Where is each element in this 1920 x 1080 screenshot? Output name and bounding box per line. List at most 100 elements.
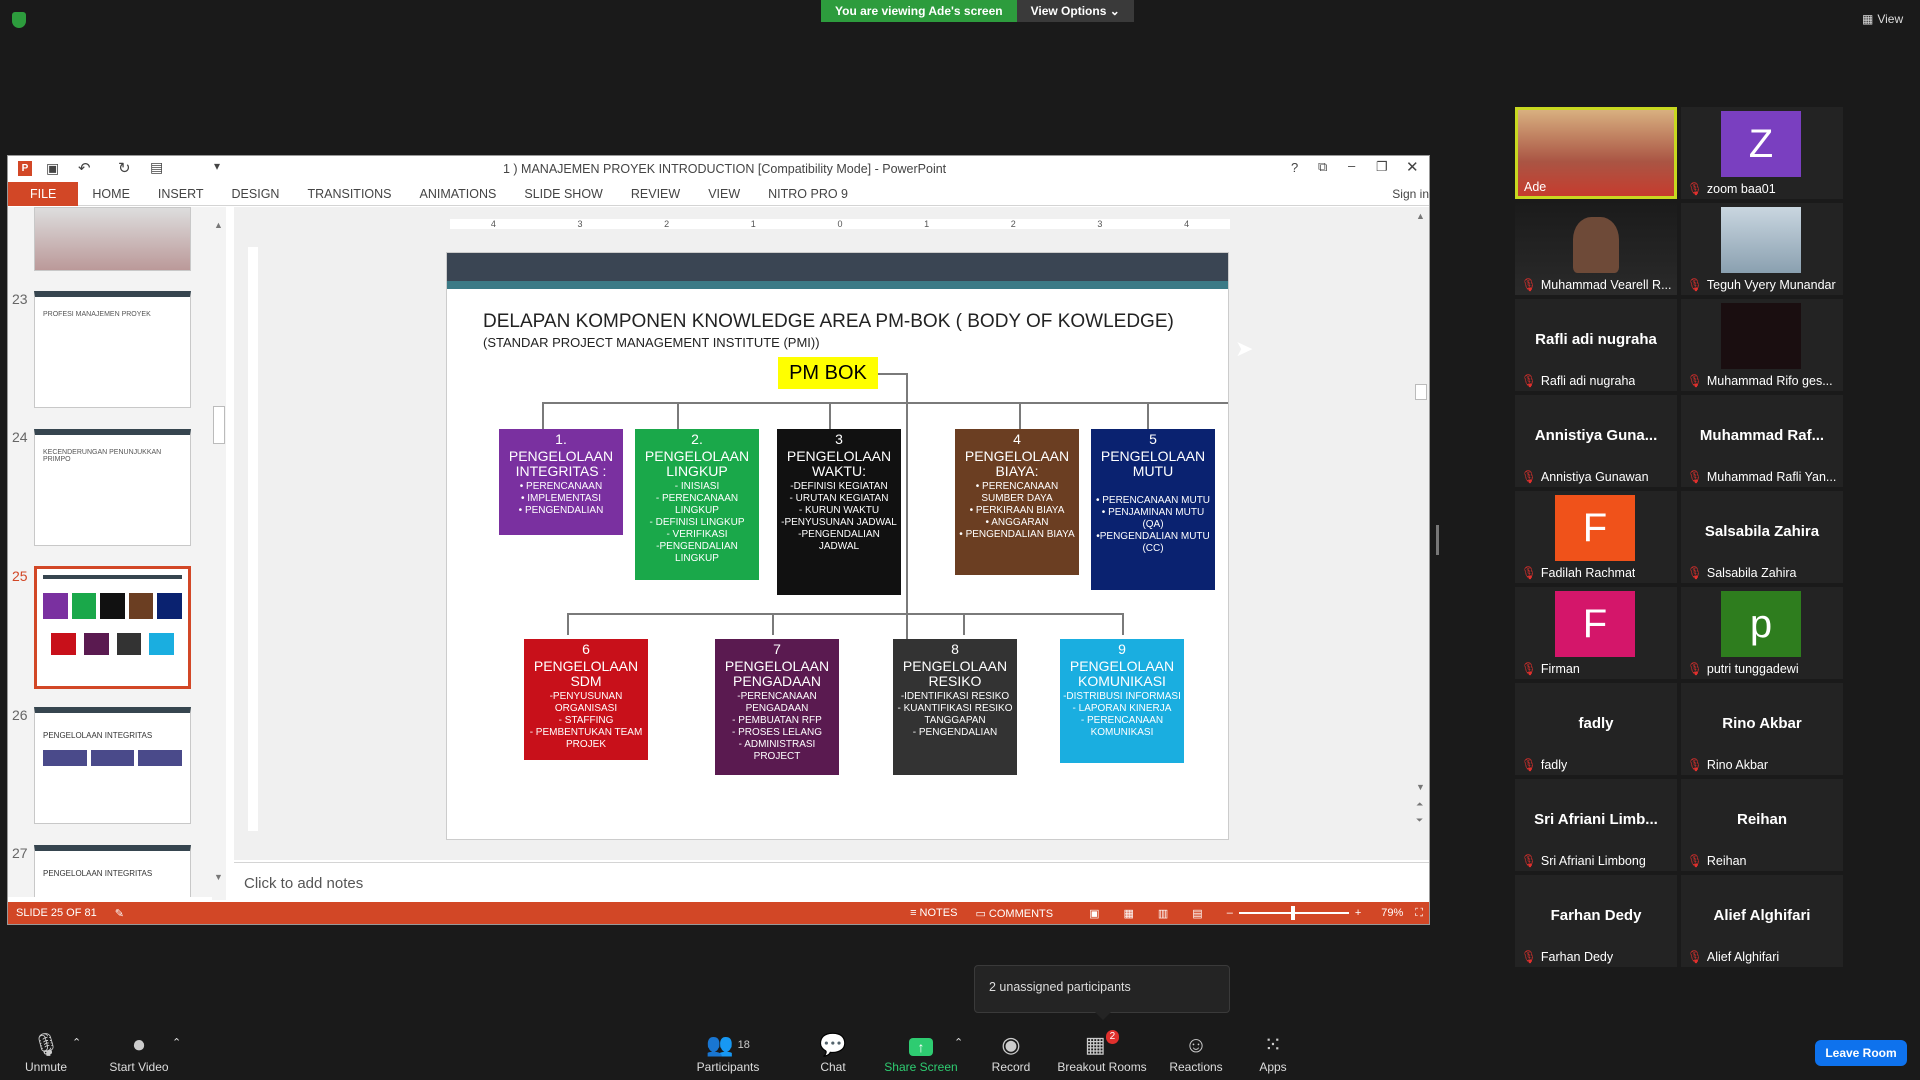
undo-icon[interactable]: ↶ — [78, 159, 91, 177]
chevron-down-icon: ⌄ — [1109, 4, 1120, 18]
reading-view-icon[interactable]: ▥ — [1158, 907, 1168, 920]
notes-pane[interactable]: Click to add notes — [234, 862, 1429, 902]
zoom-level[interactable]: 79% — [1381, 907, 1403, 919]
participant-tile[interactable]: Z 🎙 zoom baa01 — [1681, 107, 1843, 199]
start-from-beginning-icon[interactable]: ▤ — [150, 159, 163, 176]
next-slide-icon[interactable]: ⏷ — [1416, 815, 1423, 826]
participant-tile[interactable]: Rino Akbar 🎙 Rino Akbar — [1681, 683, 1843, 775]
participants-icon: 👥 — [706, 1032, 734, 1057]
slide-thumbnail-24[interactable]: KECENDERUNGAN PENUNJUKKAN PRIMPO — [34, 429, 191, 546]
sign-in-link[interactable]: Sign in — [1392, 187, 1429, 201]
participant-tile[interactable]: Annistiya Guna... 🎙 Annistiya Gunawan — [1515, 395, 1677, 487]
slide-thumbnail-23[interactable]: PROFESI MANAJEMEN PROYEK — [34, 291, 191, 408]
notes-button[interactable]: ≡ NOTES — [910, 907, 957, 919]
window-title: 1 ) MANAJEMEN PROYEK INTRODUCTION [Compa… — [503, 162, 947, 176]
unmute-button[interactable]: 🎙 Unmute — [14, 1030, 78, 1074]
participant-tile[interactable]: Rafli adi nugraha 🎙 Rafli adi nugraha — [1515, 299, 1677, 391]
slide-header-band — [447, 253, 1228, 281]
tab-view[interactable]: VIEW — [694, 182, 754, 206]
tab-insert[interactable]: INSERT — [144, 182, 218, 206]
muted-mic-icon: 🎙 — [1521, 278, 1537, 292]
slide-editor: 432101234 DELAPAN KOMPONEN KNOWLEDGE ARE… — [234, 207, 1429, 860]
tab-home[interactable]: HOME — [78, 182, 144, 206]
help-icon[interactable]: ? — [1291, 160, 1298, 175]
customize-toolbar-icon[interactable]: ▾ — [214, 159, 220, 173]
normal-view-icon[interactable]: ▣ — [1089, 907, 1099, 920]
spelling-icon[interactable]: ✎ — [115, 907, 124, 920]
participant-tile[interactable]: Farhan Dedy 🎙 Farhan Dedy — [1515, 875, 1677, 967]
participant-tile[interactable]: fadly 🎙 fadly — [1515, 683, 1677, 775]
thumbnail-number: 25 — [12, 568, 28, 584]
editor-vertical-scrollbar[interactable]: ▲ ▼ ⏶ ⏷ — [1414, 207, 1428, 827]
breakout-rooms-button[interactable]: ▦ 2 Breakout Rooms — [1056, 1030, 1148, 1074]
start-video-button[interactable]: ⏺ Start Video — [100, 1030, 178, 1074]
muted-mic-icon: 🎙 — [1521, 950, 1537, 964]
audio-options-chevron[interactable]: ⌃ — [72, 1036, 81, 1049]
participant-tile[interactable]: F 🎙 Fadilah Rachmat — [1515, 491, 1677, 583]
share-screen-button[interactable]: ↑ Share Screen — [880, 1030, 962, 1074]
close-icon[interactable]: ✕ — [1406, 158, 1419, 176]
leave-room-button[interactable]: Leave Room — [1815, 1040, 1907, 1066]
view-options-button[interactable]: View Options ⌄ — [1016, 0, 1134, 22]
knowledge-area-box-6: 6 PENGELOLAAN SDM -PENYUSUNAN ORGANISASI -… — [524, 639, 648, 760]
tab-file[interactable]: FILE — [8, 181, 79, 206]
restore-icon[interactable]: ❐ — [1376, 159, 1388, 175]
participant-tile[interactable]: Muhammad Raf... 🎙 Muhammad Rafli Yan... — [1681, 395, 1843, 487]
tab-transitions[interactable]: TRANSITIONS — [293, 182, 405, 206]
record-button[interactable]: ◉ Record — [986, 1030, 1036, 1074]
apps-button[interactable]: ⁙ Apps — [1250, 1030, 1296, 1074]
security-shield-icon[interactable] — [12, 12, 26, 28]
zoom-out-icon[interactable]: – — [1227, 907, 1233, 919]
participant-video — [1721, 207, 1801, 273]
ribbon-display-icon[interactable]: ⧉ — [1318, 159, 1327, 175]
zoom-slider[interactable] — [1238, 906, 1349, 920]
record-icon: ◉ — [1001, 1032, 1021, 1057]
tab-design[interactable]: DESIGN — [218, 182, 294, 206]
view-button[interactable]: ▦ View — [1862, 12, 1903, 26]
participant-tile[interactable]: Ade — [1515, 107, 1677, 199]
save-icon[interactable]: ▣ — [46, 160, 59, 177]
tab-nitro[interactable]: NITRO PRO 9 — [754, 182, 862, 206]
participant-tile[interactable]: p 🎙 putri tunggadewi — [1681, 587, 1843, 679]
reactions-button[interactable]: ☺ Reactions — [1166, 1030, 1226, 1074]
slide-thumbnail-27[interactable]: PENGELOLAAN INTEGRITAS — [34, 845, 191, 897]
slide-thumbnail-26[interactable]: PENGELOLAAN INTEGRITAS — [34, 707, 191, 824]
slide-25[interactable]: DELAPAN KOMPONEN KNOWLEDGE AREA PM-BOK (… — [446, 252, 1229, 840]
comments-button[interactable]: ▭ COMMENTS — [975, 907, 1053, 920]
zoom-in-icon[interactable]: + — [1355, 907, 1361, 919]
breakout-rooms-icon: ▦ — [1084, 1032, 1106, 1057]
tab-animations[interactable]: ANIMATIONS — [406, 182, 511, 206]
unassigned-participants-tooltip[interactable]: 2 unassigned participants — [974, 965, 1230, 1013]
share-options-chevron[interactable]: ⌃ — [954, 1036, 963, 1049]
participants-button[interactable]: 👥 18 Participants — [690, 1030, 766, 1074]
participant-tile[interactable]: Sri Afriani Limb... 🎙 Sri Afriani Limbong — [1515, 779, 1677, 871]
participant-tile[interactable]: F 🎙 Firman — [1515, 587, 1677, 679]
minimize-icon[interactable]: – — [1348, 158, 1355, 173]
slideshow-icon[interactable]: ▤ — [1192, 907, 1202, 920]
muted-mic-icon: 🎙 — [1521, 470, 1537, 484]
panel-resize-handle[interactable] — [1436, 525, 1439, 555]
slide-thumbnail-22[interactable] — [34, 207, 191, 271]
knowledge-area-box-5: 5 PENGELOLAAN MUTU • PERENCANAAN MUTU • PE… — [1091, 429, 1215, 590]
participant-tile[interactable]: 🎙 Teguh Vyery Munandar — [1681, 203, 1843, 295]
chat-button[interactable]: 💬 Chat — [808, 1030, 858, 1074]
slide-thumbnail-25-selected[interactable] — [34, 566, 191, 689]
pm-bok-root: PM BOK — [778, 357, 878, 389]
redo-icon[interactable]: ↻ — [118, 159, 131, 177]
ppt-status-bar: SLIDE 25 OF 81 ✎ ≡ NOTES ▭ COMMENTS ▣ ▦ … — [8, 902, 1429, 924]
thumbnail-scrollbar[interactable]: ▲ ▼ — [212, 220, 226, 900]
knowledge-area-box-4: 4 PENGELOLAAN BIAYA: • PERENCANAAN SUMBER … — [955, 429, 1079, 575]
video-options-chevron[interactable]: ⌃ — [172, 1036, 181, 1049]
previous-slide-icon[interactable]: ⏶ — [1416, 799, 1423, 810]
participant-tile[interactable]: Salsabila Zahira 🎙 Salsabila Zahira — [1681, 491, 1843, 583]
tab-slide-show[interactable]: SLIDE SHOW — [510, 182, 617, 206]
participant-tile[interactable]: Alief Alghifari 🎙 Alief Alghifari — [1681, 875, 1843, 967]
fit-slide-icon[interactable]: ⛶ — [1415, 907, 1423, 920]
muted-mic-icon: 🎙 — [32, 1032, 60, 1057]
powerpoint-window: P ▣ ↶ ↻ ▤ ▾ 1 ) MANAJEMEN PROYEK INTRODU… — [7, 155, 1430, 925]
participant-tile[interactable]: 🎙 Muhammad Vearell R... — [1515, 203, 1677, 295]
participant-tile[interactable]: 🎙 Muhammad Rifo ges... — [1681, 299, 1843, 391]
tab-review[interactable]: REVIEW — [617, 182, 694, 206]
participant-tile[interactable]: Reihan 🎙 Reihan — [1681, 779, 1843, 871]
slide-sorter-icon[interactable]: ▦ — [1123, 907, 1133, 920]
